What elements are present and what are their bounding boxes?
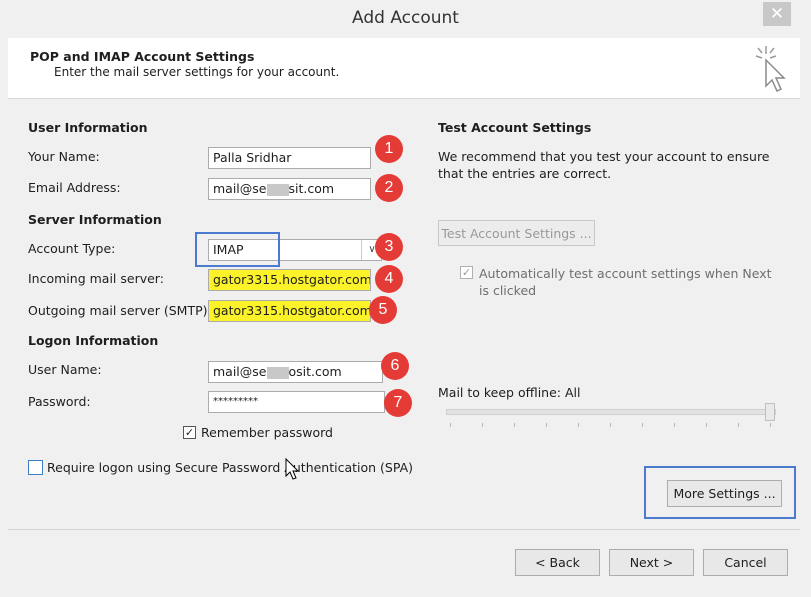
username-prefix: mail@se <box>213 364 267 379</box>
offline-value: All <box>565 385 581 400</box>
slider-tick <box>770 423 771 427</box>
slider-tick <box>482 423 483 427</box>
remember-password-checkbox[interactable]: ✓ <box>183 426 196 439</box>
slider-tick <box>642 423 643 427</box>
header-title: POP and IMAP Account Settings <box>30 49 255 64</box>
magic-wand-icon <box>755 46 786 93</box>
step-badge-2: 2 <box>375 174 403 202</box>
mouse-cursor-icon <box>285 458 300 480</box>
close-icon: ✕ <box>769 4 785 24</box>
offline-slider-track[interactable] <box>446 409 776 415</box>
incoming-server-input[interactable]: gator3315.hostgator.com <box>208 269 371 291</box>
checkmark-icon: ✓ <box>184 426 195 439</box>
slider-tick <box>514 423 515 427</box>
footer-separator <box>8 529 800 530</box>
back-button[interactable]: < Back <box>515 549 600 576</box>
step-badge-4: 4 <box>375 265 403 293</box>
step-badge-5: 5 <box>369 296 397 324</box>
user-name-label: User Name: <box>28 362 102 377</box>
your-name-label: Your Name: <box>28 149 100 164</box>
server-info-heading: Server Information <box>28 212 162 227</box>
slider-tick <box>546 423 547 427</box>
email-address-input[interactable]: mail@se sit.com <box>208 178 371 200</box>
password-input[interactable]: ********* <box>208 391 385 413</box>
slider-tick <box>578 423 579 427</box>
account-type-label: Account Type: <box>28 241 116 256</box>
test-settings-heading: Test Account Settings <box>438 120 592 135</box>
slider-tick <box>610 423 611 427</box>
close-button[interactable]: ✕ <box>763 2 791 26</box>
test-account-settings-button[interactable]: Test Account Settings ... <box>438 220 595 246</box>
header-subtitle: Enter the mail server settings for your … <box>54 65 340 79</box>
more-settings-button[interactable]: More Settings ... <box>667 480 782 507</box>
user-info-heading: User Information <box>28 120 148 135</box>
step-badge-6: 6 <box>381 352 409 380</box>
slider-tick <box>450 423 451 427</box>
annotation-box-account-type <box>195 232 280 267</box>
slider-tick <box>674 423 675 427</box>
outgoing-server-label: Outgoing mail server (SMTP): <box>28 303 212 318</box>
redaction-blur <box>266 366 289 379</box>
cancel-button[interactable]: Cancel <box>703 549 788 576</box>
step-badge-7: 7 <box>384 389 412 417</box>
user-name-input[interactable]: mail@se osit.com <box>208 361 383 383</box>
offline-slider-thumb[interactable] <box>765 403 775 421</box>
slider-tick <box>706 423 707 427</box>
outgoing-server-input[interactable]: gator3315.hostgator.com <box>208 300 371 322</box>
offline-label: Mail to keep offline: <box>438 385 561 400</box>
email-suffix: sit.com <box>288 181 335 196</box>
redaction-blur <box>266 183 289 196</box>
auto-test-label: Automatically test account settings when… <box>479 266 772 298</box>
password-label: Password: <box>28 394 91 409</box>
step-badge-3: 3 <box>375 233 403 261</box>
email-address-label: Email Address: <box>28 180 121 195</box>
test-settings-description: We recommend that you test your account … <box>438 149 770 181</box>
spa-label: Require logon using Secure Password Auth… <box>47 460 414 475</box>
email-prefix: mail@se <box>213 181 267 196</box>
your-name-input[interactable]: Palla Sridhar <box>208 147 371 169</box>
remember-password-label: Remember password <box>201 425 333 440</box>
checkmark-icon: ✓ <box>461 266 472 279</box>
logon-info-heading: Logon Information <box>28 333 159 348</box>
next-button[interactable]: Next > <box>609 549 694 576</box>
username-suffix: osit.com <box>288 364 342 379</box>
window-title: Add Account <box>352 8 459 28</box>
spa-checkbox[interactable] <box>28 460 43 475</box>
incoming-server-label: Incoming mail server: <box>28 271 164 286</box>
slider-tick <box>738 423 739 427</box>
step-badge-1: 1 <box>375 135 403 163</box>
auto-test-checkbox[interactable]: ✓ <box>460 266 473 279</box>
